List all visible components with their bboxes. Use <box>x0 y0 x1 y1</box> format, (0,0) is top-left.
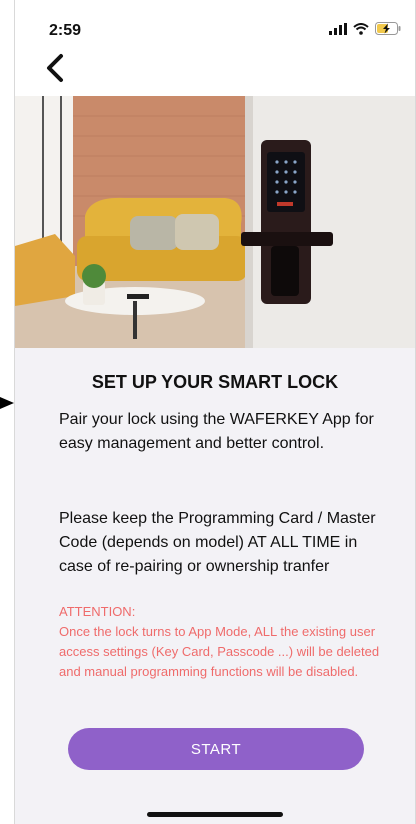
status-icons <box>329 22 401 35</box>
start-button[interactable]: START <box>68 728 364 770</box>
chevron-left-icon[interactable] <box>39 50 75 86</box>
page-title: SET UP YOUR SMART LOCK <box>91 372 339 392</box>
programming-card-note: Please keep the Programming Card / Maste… <box>59 510 376 575</box>
hero-image-smart-lock <box>15 96 415 348</box>
pairing-description: Pair your lock using the WAFERKEY App fo… <box>59 411 374 452</box>
battery-charging-icon <box>375 22 401 35</box>
app-screen: 2:59 SET UP YOUR SMART LOCK Pair your lo… <box>14 0 416 824</box>
home-indicator <box>147 812 283 817</box>
status-time: 2:59 <box>49 22 82 39</box>
signal-icon <box>329 22 347 35</box>
wifi-icon <box>353 22 369 35</box>
attention-label: ATTENTION: <box>59 604 136 619</box>
top-bar: 2:59 <box>15 0 415 96</box>
attention-text: Once the lock turns to App Mode, ALL the… <box>59 624 380 679</box>
side-arrow-marker <box>0 397 14 409</box>
attention-warning: ATTENTION: Once the lock turns to App Mo… <box>59 602 389 682</box>
